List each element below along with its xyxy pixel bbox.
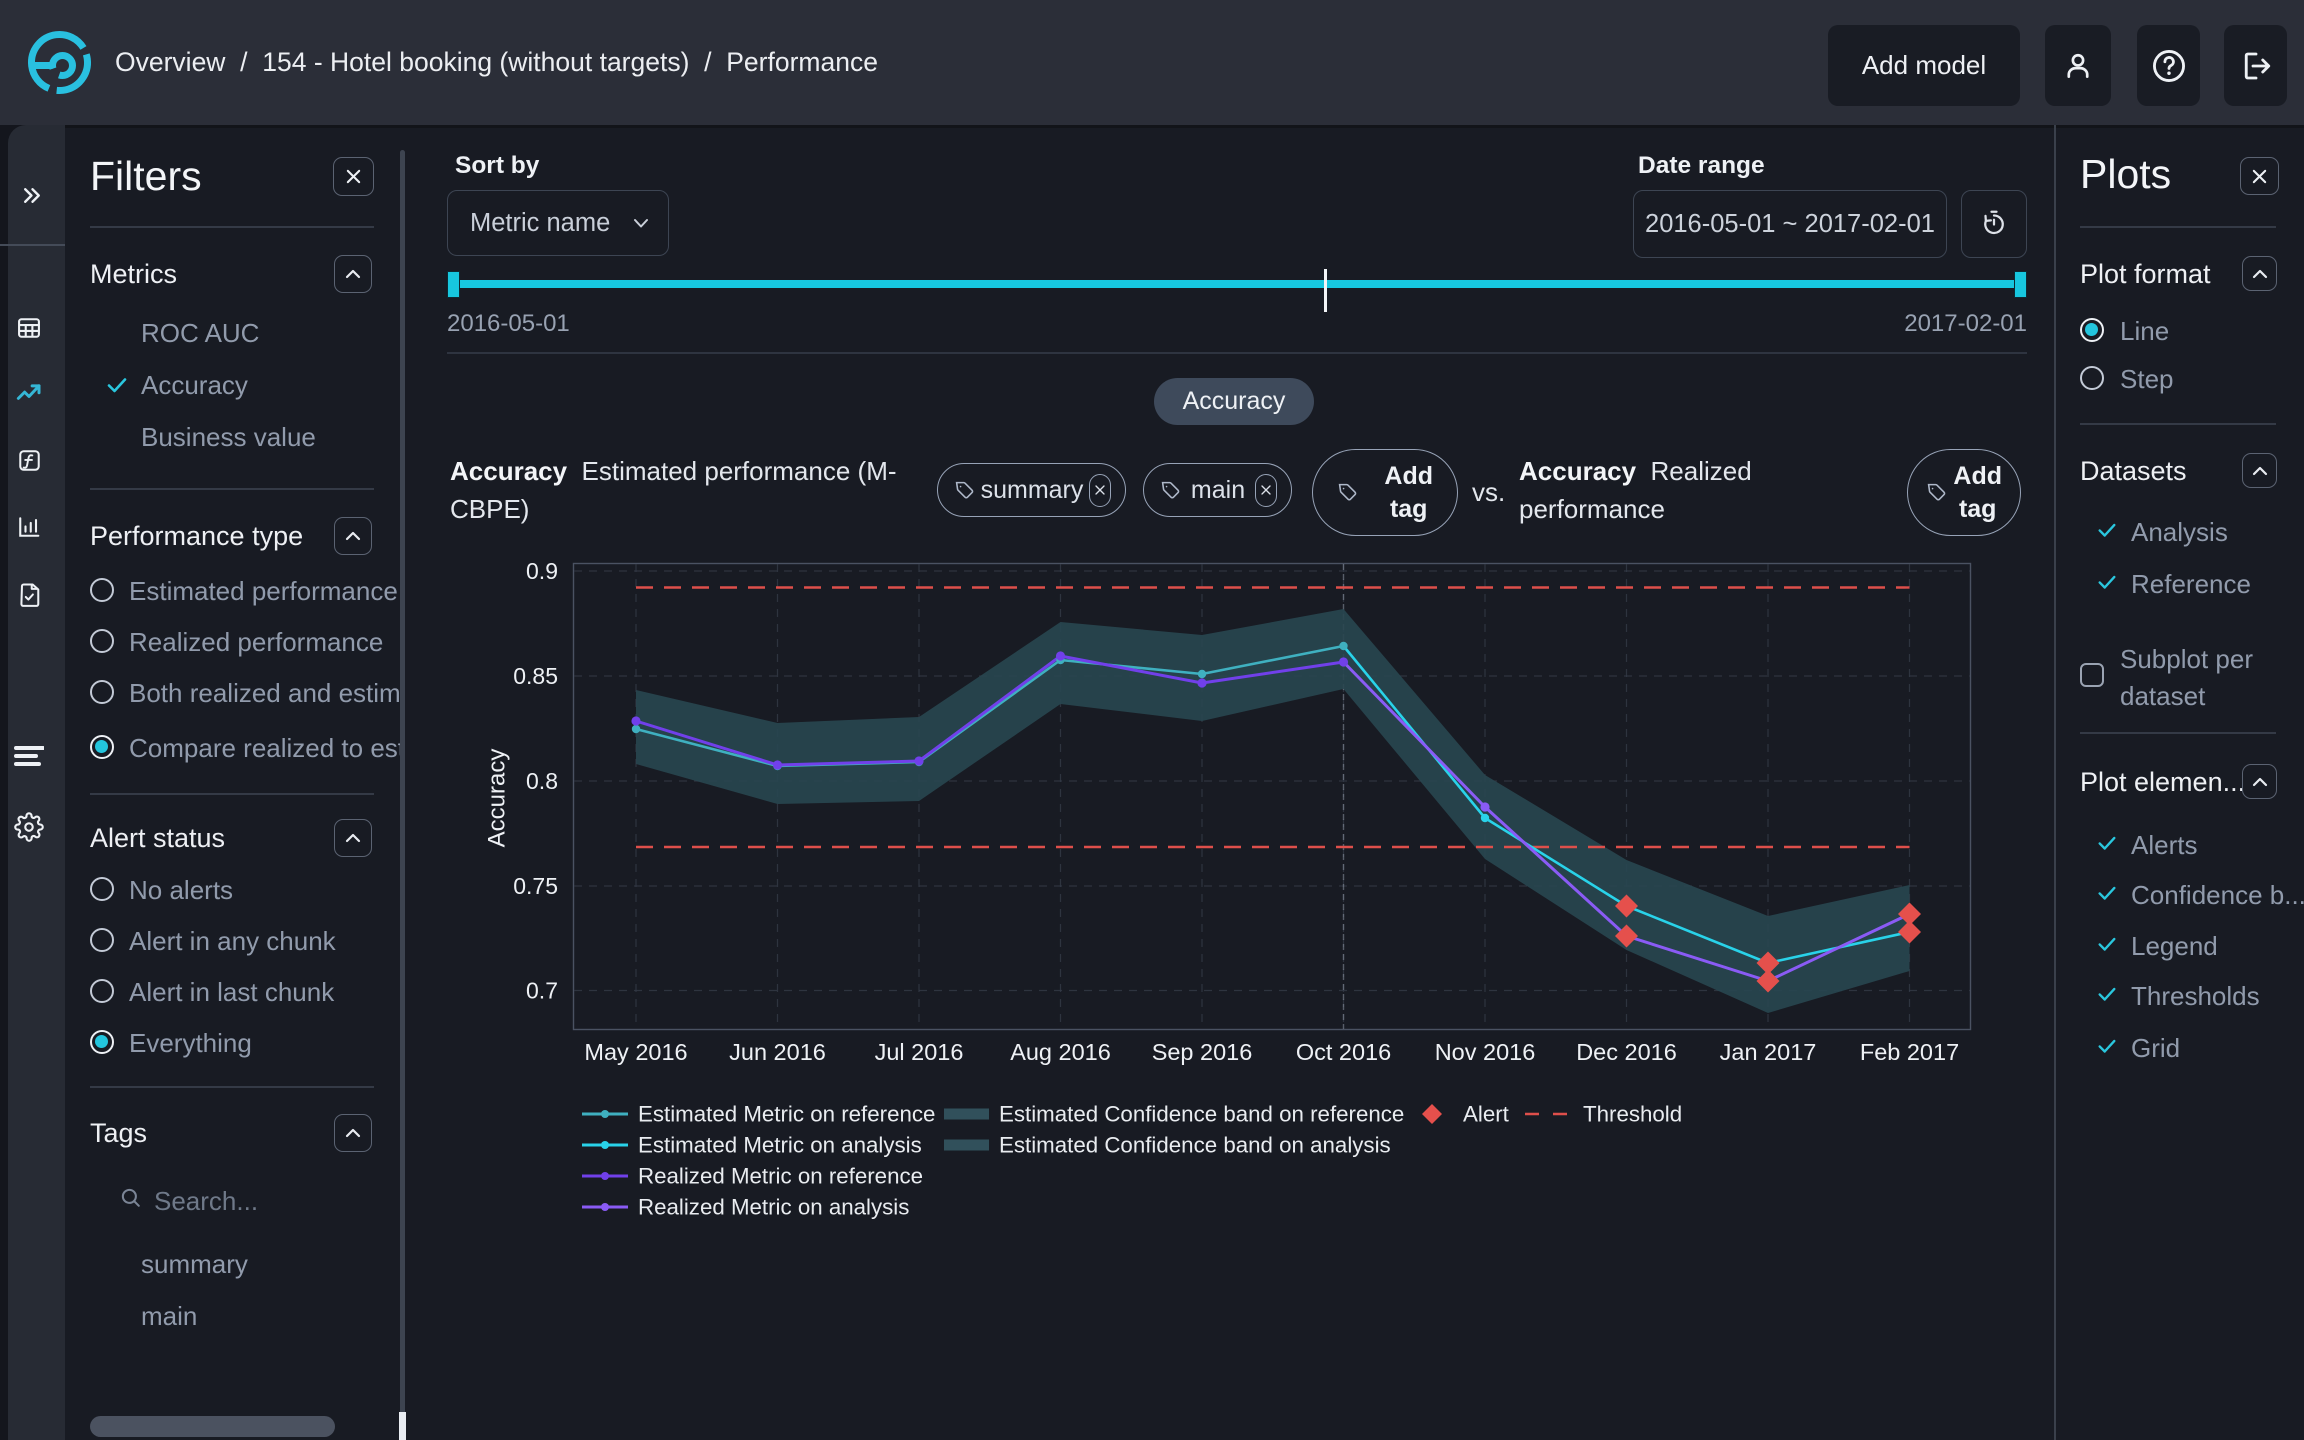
svg-text:May 2016: May 2016 xyxy=(584,1039,687,1065)
svg-text:0.7: 0.7 xyxy=(526,978,558,1004)
svg-text:Nov 2016: Nov 2016 xyxy=(1435,1039,1536,1065)
svg-text:Alert: Alert xyxy=(1463,1102,1510,1127)
svg-text:Dec 2016: Dec 2016 xyxy=(1576,1039,1677,1065)
svg-text:Aug 2016: Aug 2016 xyxy=(1010,1039,1111,1065)
svg-text:Estimated Confidence band on a: Estimated Confidence band on analysis xyxy=(999,1133,1391,1158)
svg-text:Realized Metric on analysis: Realized Metric on analysis xyxy=(638,1195,909,1220)
svg-text:Estimated Metric on reference: Estimated Metric on reference xyxy=(638,1102,935,1127)
svg-text:Jul 2016: Jul 2016 xyxy=(875,1039,964,1065)
svg-text:0.9: 0.9 xyxy=(526,558,558,584)
svg-text:Sep 2016: Sep 2016 xyxy=(1152,1039,1253,1065)
svg-text:Threshold: Threshold xyxy=(1583,1102,1682,1127)
svg-text:Oct 2016: Oct 2016 xyxy=(1296,1039,1391,1065)
svg-text:Estimated Confidence band on r: Estimated Confidence band on reference xyxy=(999,1102,1404,1127)
svg-text:Estimated Metric on analysis: Estimated Metric on analysis xyxy=(638,1133,922,1158)
svg-text:Jan 2017: Jan 2017 xyxy=(1720,1039,1817,1065)
svg-text:Accuracy: Accuracy xyxy=(484,749,511,848)
svg-text:Realized Metric on reference: Realized Metric on reference xyxy=(638,1164,923,1189)
svg-text:0.85: 0.85 xyxy=(513,663,558,689)
svg-text:0.75: 0.75 xyxy=(513,873,558,899)
svg-text:0.8: 0.8 xyxy=(526,768,558,794)
svg-text:Jun 2016: Jun 2016 xyxy=(729,1039,826,1065)
svg-text:Feb 2017: Feb 2017 xyxy=(1860,1039,1959,1065)
